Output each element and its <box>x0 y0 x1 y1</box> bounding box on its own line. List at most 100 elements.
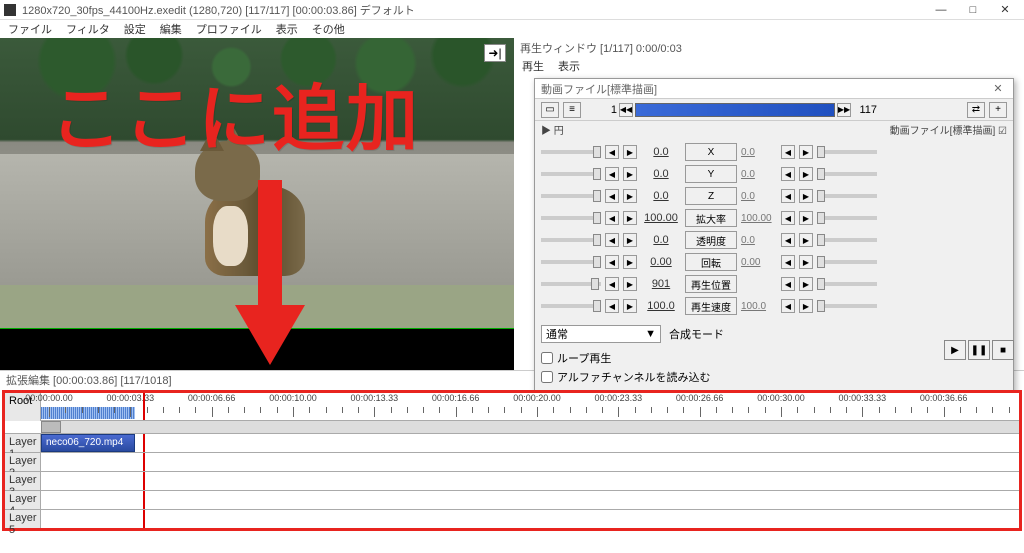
step-dec-right[interactable]: ◀ <box>781 299 795 313</box>
step-dec-right[interactable]: ◀ <box>781 277 795 291</box>
play-button[interactable]: ▶ <box>944 340 966 360</box>
jump-icon[interactable]: ➜| <box>484 44 506 62</box>
step-inc-right[interactable]: ▶ <box>799 211 813 225</box>
value-right[interactable]: 100.00 <box>741 213 777 224</box>
step-inc-left[interactable]: ▶ <box>623 167 637 181</box>
value-right[interactable]: 0.0 <box>741 235 777 246</box>
slider-left[interactable] <box>541 304 601 308</box>
layer-label[interactable]: Layer 3 <box>5 472 41 490</box>
slider-left[interactable] <box>541 194 601 198</box>
layer-label[interactable]: Layer 2 <box>5 453 41 471</box>
value-left[interactable]: 0.0 <box>641 234 681 246</box>
value-left[interactable]: 100.0 <box>641 300 681 312</box>
menu-view[interactable]: 表示 <box>276 21 298 37</box>
timeline-ruler[interactable]: 00:00:00.0000:00:03.3300:00:06.6600:00:1… <box>41 393 1019 421</box>
layer-label[interactable]: Layer 4 <box>5 491 41 509</box>
frame-next-fast[interactable]: ▶▶ <box>837 103 851 117</box>
pause-button[interactable]: ❚❚ <box>968 340 990 360</box>
layer-label[interactable]: Layer 1 <box>5 434 41 452</box>
value-left[interactable]: 0.00 <box>641 256 681 268</box>
slider-right[interactable] <box>817 304 877 308</box>
tool-swap-icon[interactable]: ⇄ <box>967 102 985 118</box>
step-inc-right[interactable]: ▶ <box>799 255 813 269</box>
value-left[interactable]: 0.0 <box>641 190 681 202</box>
step-inc-right[interactable]: ▶ <box>799 299 813 313</box>
step-dec-left[interactable]: ◀ <box>605 277 619 291</box>
slider-right[interactable] <box>817 282 877 286</box>
slider-left[interactable] <box>541 282 601 286</box>
timeline-scrollbar[interactable] <box>41 421 1019 433</box>
close-button[interactable]: ✕ <box>990 1 1020 19</box>
tool-plus-icon[interactable]: + <box>989 102 1007 118</box>
playhead[interactable] <box>143 510 145 528</box>
minimize-button[interactable]: — <box>926 1 956 19</box>
layer-label[interactable]: Layer 5 <box>5 510 41 528</box>
step-dec-right[interactable]: ◀ <box>781 189 795 203</box>
step-inc-left[interactable]: ▶ <box>623 145 637 159</box>
tool-list-icon[interactable]: ≡ <box>563 102 581 118</box>
layer-track[interactable] <box>41 510 1019 528</box>
playhead[interactable] <box>143 393 145 420</box>
param-label[interactable]: Z <box>685 187 737 205</box>
menu-edit[interactable]: 編集 <box>160 21 182 37</box>
layer-track[interactable] <box>41 491 1019 509</box>
step-inc-right[interactable]: ▶ <box>799 145 813 159</box>
param-label[interactable]: 回転 <box>685 253 737 271</box>
step-dec-left[interactable]: ◀ <box>605 299 619 313</box>
param-label[interactable]: 拡大率 <box>685 209 737 227</box>
param-label[interactable]: 透明度 <box>685 231 737 249</box>
step-dec-right[interactable]: ◀ <box>781 233 795 247</box>
value-left[interactable]: 901 <box>641 278 681 290</box>
step-dec-left[interactable]: ◀ <box>605 211 619 225</box>
param-label[interactable]: 再生速度 <box>685 297 737 315</box>
step-inc-left[interactable]: ▶ <box>623 299 637 313</box>
param-label[interactable]: X <box>685 143 737 161</box>
value-right[interactable]: 0.0 <box>741 147 777 158</box>
step-dec-left[interactable]: ◀ <box>605 145 619 159</box>
alpha-checkbox[interactable]: アルファチャンネルを読み込む <box>535 369 1013 385</box>
value-left[interactable]: 0.0 <box>641 146 681 158</box>
slider-left[interactable] <box>541 260 601 264</box>
maximize-button[interactable]: □ <box>958 1 988 19</box>
menu-profile[interactable]: プロファイル <box>196 21 262 37</box>
value-left[interactable]: 0.0 <box>641 168 681 180</box>
step-inc-left[interactable]: ▶ <box>623 189 637 203</box>
props-close-button[interactable]: ✕ <box>989 82 1007 95</box>
slider-right[interactable] <box>817 238 877 242</box>
step-inc-right[interactable]: ▶ <box>799 167 813 181</box>
step-inc-left[interactable]: ▶ <box>623 233 637 247</box>
play-menu-play[interactable]: 再生 <box>522 58 544 74</box>
video-clip[interactable]: neco06_720.mp4 <box>41 434 135 452</box>
stop-button[interactable]: ■ <box>992 340 1014 360</box>
value-right[interactable]: 0.00 <box>741 257 777 268</box>
layer-track[interactable]: neco06_720.mp4 <box>41 434 1019 452</box>
slider-left[interactable] <box>541 172 601 176</box>
slider-right[interactable] <box>817 194 877 198</box>
layer-track[interactable] <box>41 472 1019 490</box>
preview-video[interactable]: ➜| <box>0 38 514 328</box>
props-subhead-right[interactable]: 動画ファイル[標準描画] ☑ <box>890 122 1007 137</box>
props-subhead-left[interactable]: ▶ 円 <box>541 122 564 137</box>
blend-mode-combo[interactable]: 通常▼ <box>541 325 661 343</box>
slider-left[interactable] <box>541 216 601 220</box>
step-dec-right[interactable]: ◀ <box>781 145 795 159</box>
slider-right[interactable] <box>817 216 877 220</box>
tool-layers-icon[interactable]: ▭ <box>541 102 559 118</box>
param-label[interactable]: Y <box>685 165 737 183</box>
value-left[interactable]: 100.00 <box>641 212 681 224</box>
value-right[interactable]: 100.0 <box>741 301 777 312</box>
menu-other[interactable]: その他 <box>312 21 345 37</box>
menu-filter[interactable]: フィルタ <box>66 21 110 37</box>
layer-track[interactable] <box>41 453 1019 471</box>
slider-left[interactable] <box>541 150 601 154</box>
step-dec-right[interactable]: ◀ <box>781 167 795 181</box>
step-dec-right[interactable]: ◀ <box>781 211 795 225</box>
loop-checkbox[interactable]: ループ再生 <box>535 350 1013 366</box>
value-right[interactable]: 0.0 <box>741 191 777 202</box>
param-label[interactable]: 再生位置 <box>685 275 737 293</box>
slider-right[interactable] <box>817 150 877 154</box>
step-dec-left[interactable]: ◀ <box>605 233 619 247</box>
step-inc-left[interactable]: ▶ <box>623 255 637 269</box>
playhead[interactable] <box>143 453 145 471</box>
playhead[interactable] <box>143 472 145 490</box>
